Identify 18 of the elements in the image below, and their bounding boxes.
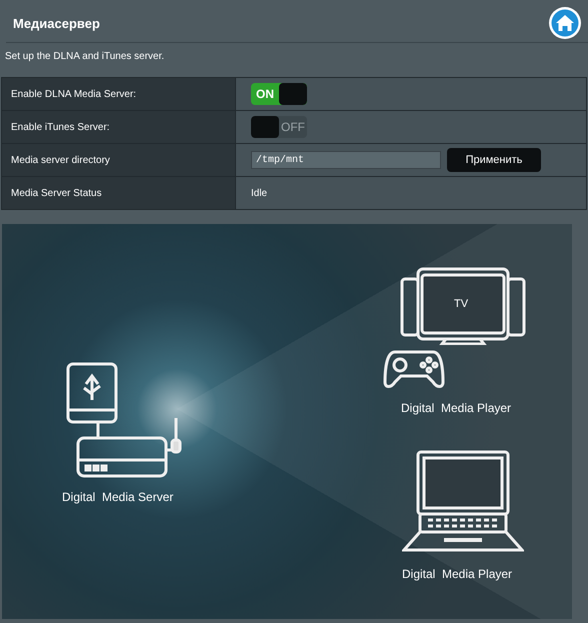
description-text: Set up the DLNA and iTunes server. xyxy=(4,50,166,64)
toggle-switch[interactable]: ON xyxy=(251,83,307,105)
toggle-switch[interactable]: OFF xyxy=(251,116,307,138)
player-caption: Digital Media Player xyxy=(402,567,512,581)
tv-text: TV xyxy=(454,298,468,310)
page-title: Медиасервер xyxy=(13,16,100,30)
home-icon[interactable] xyxy=(548,6,582,40)
gamepad-icon xyxy=(383,348,445,390)
setting-label: Media Server Status xyxy=(2,177,236,209)
directory-input[interactable]: /tmp/mnt xyxy=(251,151,441,169)
setting-label: Media server directory xyxy=(2,144,236,176)
setting-label: Enable iTunes Server: xyxy=(2,111,236,143)
player-caption: Digital Media Player xyxy=(401,401,512,415)
status-value: Idle xyxy=(251,188,268,198)
server-caption: Digital Media Server xyxy=(62,490,174,504)
setting-label: Enable DLNA Media Server: xyxy=(2,78,236,110)
apply-button[interactable]: Применить xyxy=(447,148,541,172)
laptop-icon xyxy=(402,450,524,554)
